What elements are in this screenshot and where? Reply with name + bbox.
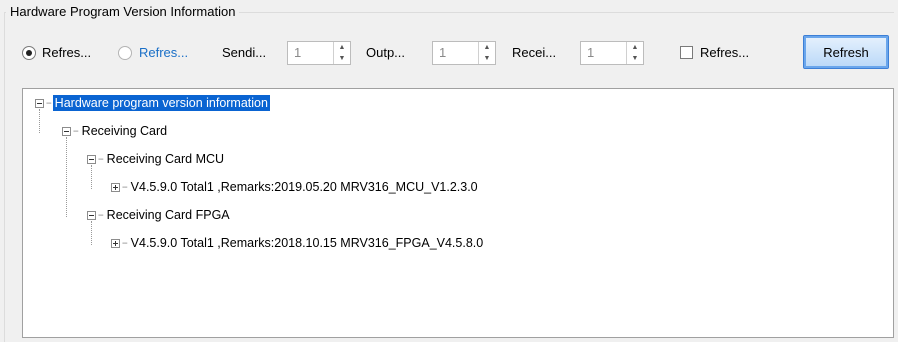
receiving-card-label: Recei... bbox=[512, 45, 557, 60]
refresh-button[interactable]: Refresh bbox=[803, 35, 889, 69]
receiving-card-label[interactable]: Receiving Card bbox=[80, 123, 169, 139]
collapse-icon[interactable] bbox=[35, 98, 44, 108]
refresh-radio-2[interactable] bbox=[118, 46, 132, 60]
up-arrow-icon[interactable]: ▲ bbox=[479, 42, 495, 53]
tree-receiving-card[interactable]: -- Receiving Card bbox=[62, 121, 169, 141]
fpga-label[interactable]: Receiving Card FPGA bbox=[105, 207, 232, 223]
receiving-card-value: 1 bbox=[587, 45, 595, 60]
up-arrow-icon[interactable]: ▲ bbox=[627, 42, 643, 53]
sending-card-spinbox[interactable]: 1 ▲ ▼ bbox=[287, 41, 351, 65]
collapse-icon[interactable] bbox=[87, 210, 96, 220]
down-arrow-icon[interactable]: ▼ bbox=[627, 53, 643, 64]
tree-root-label[interactable]: Hardware program version information bbox=[52, 95, 270, 111]
tree-fpga-version[interactable]: -- V4.5.9.0 Total1 ,Remarks:2018.10.15 M… bbox=[111, 233, 485, 253]
tree-receiving-card-fpga[interactable]: -- Receiving Card FPGA bbox=[87, 205, 232, 225]
collapse-icon[interactable] bbox=[87, 154, 96, 164]
refresh-radio-2-label[interactable]: Refres... bbox=[139, 45, 188, 60]
tree-mcu-version[interactable]: -- V4.5.9.0 Total1 ,Remarks:2019.05.20 M… bbox=[111, 177, 480, 197]
collapse-icon[interactable] bbox=[62, 126, 71, 136]
fpga-version-label[interactable]: V4.5.9.0 Total1 ,Remarks:2018.10.15 MRV3… bbox=[129, 235, 486, 251]
tree-receiving-card-mcu[interactable]: -- Receiving Card MCU bbox=[87, 149, 226, 169]
refresh-radio-1[interactable] bbox=[22, 46, 36, 60]
sending-card-label: Sendi... bbox=[222, 45, 267, 60]
output-spinbox[interactable]: 1 ▲ ▼ bbox=[432, 41, 496, 65]
spin-arrows[interactable]: ▲ ▼ bbox=[626, 42, 643, 64]
expand-icon[interactable] bbox=[111, 238, 120, 248]
expand-icon[interactable] bbox=[111, 182, 120, 192]
spin-arrows[interactable]: ▲ ▼ bbox=[333, 42, 350, 64]
refresh-checkbox-label[interactable]: Refres... bbox=[700, 45, 749, 60]
sending-card-value: 1 bbox=[294, 45, 302, 60]
down-arrow-icon[interactable]: ▼ bbox=[334, 53, 350, 64]
tree-root[interactable]: -- Hardware program version information bbox=[35, 93, 270, 113]
mcu-version-label[interactable]: V4.5.9.0 Total1 ,Remarks:2019.05.20 MRV3… bbox=[129, 179, 480, 195]
group-title: Hardware Program Version Information bbox=[6, 4, 240, 19]
output-value: 1 bbox=[439, 45, 447, 60]
receiving-card-spinbox[interactable]: 1 ▲ ▼ bbox=[580, 41, 644, 65]
down-arrow-icon[interactable]: ▼ bbox=[479, 53, 495, 64]
mcu-label[interactable]: Receiving Card MCU bbox=[105, 151, 226, 167]
spin-arrows[interactable]: ▲ ▼ bbox=[478, 42, 495, 64]
refresh-checkbox[interactable] bbox=[680, 46, 693, 59]
tree-connector bbox=[66, 137, 67, 217]
output-label: Outp... bbox=[366, 45, 406, 60]
version-tree[interactable]: -- Hardware program version information … bbox=[22, 88, 894, 338]
toolbar: Refres... Refres... Sendi... 1 ▲ ▼ Outp..… bbox=[22, 35, 892, 72]
refresh-radio-1-label[interactable]: Refres... bbox=[42, 45, 91, 60]
up-arrow-icon[interactable]: ▲ bbox=[334, 42, 350, 53]
